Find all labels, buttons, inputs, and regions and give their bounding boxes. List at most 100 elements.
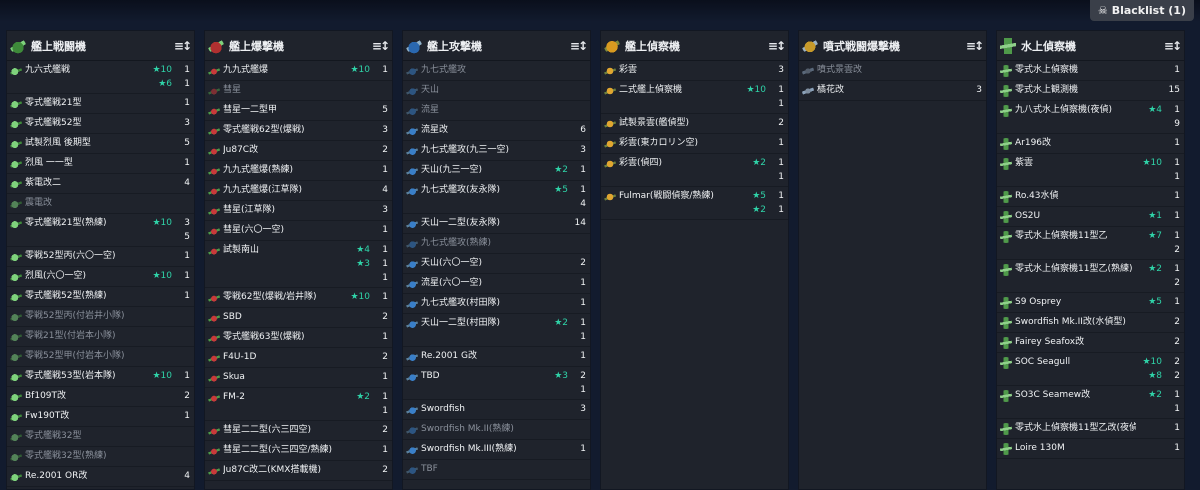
equipment-row[interactable]: 零式艦戦32型(熟練) — [7, 447, 194, 467]
equipment-row[interactable]: 試製南山 ★4 1 ★3 1 1 — [205, 241, 392, 288]
equipment-row[interactable]: Loire 130M 1 — [997, 439, 1184, 459]
equipment-row[interactable]: 彗星(六〇一空) 1 — [205, 221, 392, 241]
equipment-row[interactable]: 噴式景雲改 — [799, 61, 986, 81]
equipment-row[interactable]: 彩雲(偵四) ★2 1 1 — [601, 154, 788, 187]
equipment-row[interactable]: 烈風 一一型 1 — [7, 154, 194, 174]
equipment-row[interactable]: 流星 — [403, 101, 590, 121]
equipment-row[interactable]: TBF — [403, 460, 590, 480]
equipment-row[interactable]: FM-2 ★2 1 1 — [205, 388, 392, 421]
equipment-row[interactable]: 零式艦戦52型(熟練) 1 — [7, 287, 194, 307]
equipment-row[interactable]: Fulmar(戦闘偵察/熟練) ★5 1 ★2 1 — [601, 187, 788, 220]
equipment-row[interactable]: 零式艦戦32型 — [7, 427, 194, 447]
sort-icon[interactable]: ≡↕ — [372, 39, 390, 53]
equipment-row[interactable]: 天山(九三一空) ★2 1 — [403, 161, 590, 181]
equipment-row[interactable]: 九八式水上偵察機(夜偵) ★4 1 9 — [997, 101, 1184, 134]
equipment-row[interactable]: Bf109T改 2 — [7, 387, 194, 407]
equipment-name: 橘花改 — [817, 85, 845, 95]
equipment-row[interactable]: 零式艦戦63型(爆戦) 1 — [205, 328, 392, 348]
equipment-row[interactable]: Ju87C改二(KMX搭載機) 2 — [205, 461, 392, 481]
equipment-counts: 1 — [542, 296, 586, 310]
equipment-row[interactable]: 九七式艦攻(熟練) — [403, 234, 590, 254]
equipment-row[interactable]: S9 Osprey ★5 1 — [997, 293, 1184, 313]
equipment-counts: ★2 1 1 — [1136, 388, 1180, 416]
sort-icon[interactable]: ≡↕ — [570, 39, 588, 53]
equipment-row[interactable]: 震電改 — [7, 194, 194, 214]
equipment-row[interactable]: 試製景雲(艦偵型) 2 — [601, 114, 788, 134]
equipment-row[interactable]: 零戦62型(爆戦/岩井隊) ★10 1 — [205, 288, 392, 308]
equipment-row[interactable]: Fairey Seafox改 2 — [997, 333, 1184, 353]
equipment-row[interactable]: 零式艦戦53型(岩本隊) ★10 1 — [7, 367, 194, 387]
equipment-row[interactable]: Fw190T改 1 — [7, 407, 194, 427]
improvement-line: 5 — [146, 230, 190, 244]
equipment-row[interactable]: 流星改 6 — [403, 121, 590, 141]
equipment-row[interactable]: 零式艦戦21型 1 — [7, 94, 194, 114]
equipment-row[interactable]: TBD ★3 2 1 — [403, 367, 590, 400]
equipment-row[interactable]: 零式水上偵察機11型乙 ★7 1 2 — [997, 227, 1184, 260]
equipment-row[interactable]: 零式艦戦62型(爆戦) 3 — [205, 121, 392, 141]
equipment-row[interactable]: 九七式艦攻(村田隊) 1 — [403, 294, 590, 314]
equipment-row[interactable]: 零式水上観測機 15 — [997, 81, 1184, 101]
sort-icon[interactable]: ≡↕ — [966, 39, 984, 53]
equipment-row[interactable]: SO3C Seamew改 ★2 1 1 — [997, 386, 1184, 419]
equipment-counts: 3 — [344, 203, 388, 217]
sort-icon[interactable]: ≡↕ — [768, 39, 786, 53]
equipment-row[interactable]: 零式艦戦21型(熟練) ★10 3 5 — [7, 214, 194, 247]
equipment-row[interactable]: 零戦52型丙(六〇一空) 1 — [7, 247, 194, 267]
equipment-row[interactable]: 九七式艦攻(友永隊) ★5 1 4 — [403, 181, 590, 214]
equipment-row[interactable]: 天山 — [403, 81, 590, 101]
improvement-star — [1136, 441, 1162, 455]
equipment-row[interactable]: 零式艦戦52型 3 — [7, 114, 194, 134]
equipment-row[interactable]: 烈風(六〇一空) ★10 1 — [7, 267, 194, 287]
equipment-row[interactable]: 九九式艦爆 ★10 1 — [205, 61, 392, 81]
equipment-row[interactable]: Swordfish Mk.II改(水偵型) 2 — [997, 313, 1184, 333]
improvement-line: 14 — [542, 216, 586, 230]
equipment-row[interactable]: 二式艦上偵察機 ★10 1 1 — [601, 81, 788, 114]
equipment-row[interactable]: Re.2001 OR改 4 — [7, 467, 194, 487]
equipment-count: 3 — [184, 218, 190, 228]
equipment-row[interactable]: 彩雲 3 — [601, 61, 788, 81]
equipment-row[interactable]: 天山一二型(友永隊) 14 — [403, 214, 590, 234]
sort-icon[interactable]: ≡↕ — [174, 39, 192, 53]
equipment-row[interactable]: Re.2001 G改 1 — [403, 347, 590, 367]
equipment-row[interactable]: SBD 2 — [205, 308, 392, 328]
equipment-row[interactable]: 九九式艦爆(熟練) 1 — [205, 161, 392, 181]
equipment-row[interactable]: 彗星(江草隊) 3 — [205, 201, 392, 221]
equipment-row[interactable]: Skua 1 — [205, 368, 392, 388]
equipment-row[interactable]: SOC Seagull ★10 2 ★8 2 — [997, 353, 1184, 386]
equipment-row[interactable]: OS2U ★1 1 — [997, 207, 1184, 227]
equipment-row[interactable]: Ro.43水偵 1 — [997, 187, 1184, 207]
equipment-row[interactable]: 零戦52型甲(付岩本小隊) — [7, 347, 194, 367]
equipment-row[interactable]: Swordfish 3 — [403, 400, 590, 420]
equipment-row[interactable]: 九九式艦爆(江草隊) 4 — [205, 181, 392, 201]
equipment-row[interactable]: 九六式艦戦 ★10 1 ★6 1 — [7, 61, 194, 94]
equipment-row[interactable]: 天山一二型(村田隊) ★2 1 1 — [403, 314, 590, 347]
equipment-row[interactable]: 天山(六〇一空) 2 — [403, 254, 590, 274]
blacklist-button[interactable]: ☠ Blacklist (1) — [1089, 0, 1194, 21]
equipment-row[interactable]: F4U-1D 2 — [205, 348, 392, 368]
equipment-row[interactable]: 零戦52型丙(付岩井小隊) — [7, 307, 194, 327]
sort-icon[interactable]: ≡↕ — [1164, 39, 1182, 53]
equipment-row[interactable]: 零式水上偵察機11型乙改(夜偵) 1 — [997, 419, 1184, 439]
equipment-row[interactable]: 彗星二二型(六三四空) 2 — [205, 421, 392, 441]
torpedo-icon — [406, 65, 418, 77]
equipment-row[interactable]: 九七式艦攻(九三一空) 3 — [403, 141, 590, 161]
equipment-row[interactable]: Swordfish Mk.II(熟練) — [403, 420, 590, 440]
equipment-row[interactable]: 彗星 — [205, 81, 392, 101]
improvement-star — [146, 176, 172, 190]
equipment-row[interactable]: 紫電改二 4 — [7, 174, 194, 194]
equipment-row[interactable]: 流星(六〇一空) 1 — [403, 274, 590, 294]
equipment-row[interactable]: 彗星二二型(六三四空/熟練) 1 — [205, 441, 392, 461]
equipment-row[interactable]: 紫雲 ★10 1 1 — [997, 154, 1184, 187]
equipment-row[interactable]: 零式水上偵察機11型乙(熟練) ★2 1 2 — [997, 260, 1184, 293]
equipment-row[interactable]: 橘花改 3 — [799, 81, 986, 101]
equipment-row[interactable]: Ar196改 1 — [997, 134, 1184, 154]
equipment-row[interactable]: 九七式艦攻 — [403, 61, 590, 81]
equipment-row[interactable]: Swordfish Mk.III(熟練) 1 — [403, 440, 590, 460]
equipment-row[interactable]: 彗星一二型甲 5 — [205, 101, 392, 121]
equipment-row[interactable]: 零式水上偵察機 1 — [997, 61, 1184, 81]
equipment-count: 1 — [580, 332, 586, 342]
equipment-row[interactable]: 彩雲(東カロリン空) 1 — [601, 134, 788, 154]
equipment-row[interactable]: 試製烈風 後期型 5 — [7, 134, 194, 154]
equipment-row[interactable]: Ju87C改 2 — [205, 141, 392, 161]
equipment-row[interactable]: 零戦21型(付岩本小隊) — [7, 327, 194, 347]
